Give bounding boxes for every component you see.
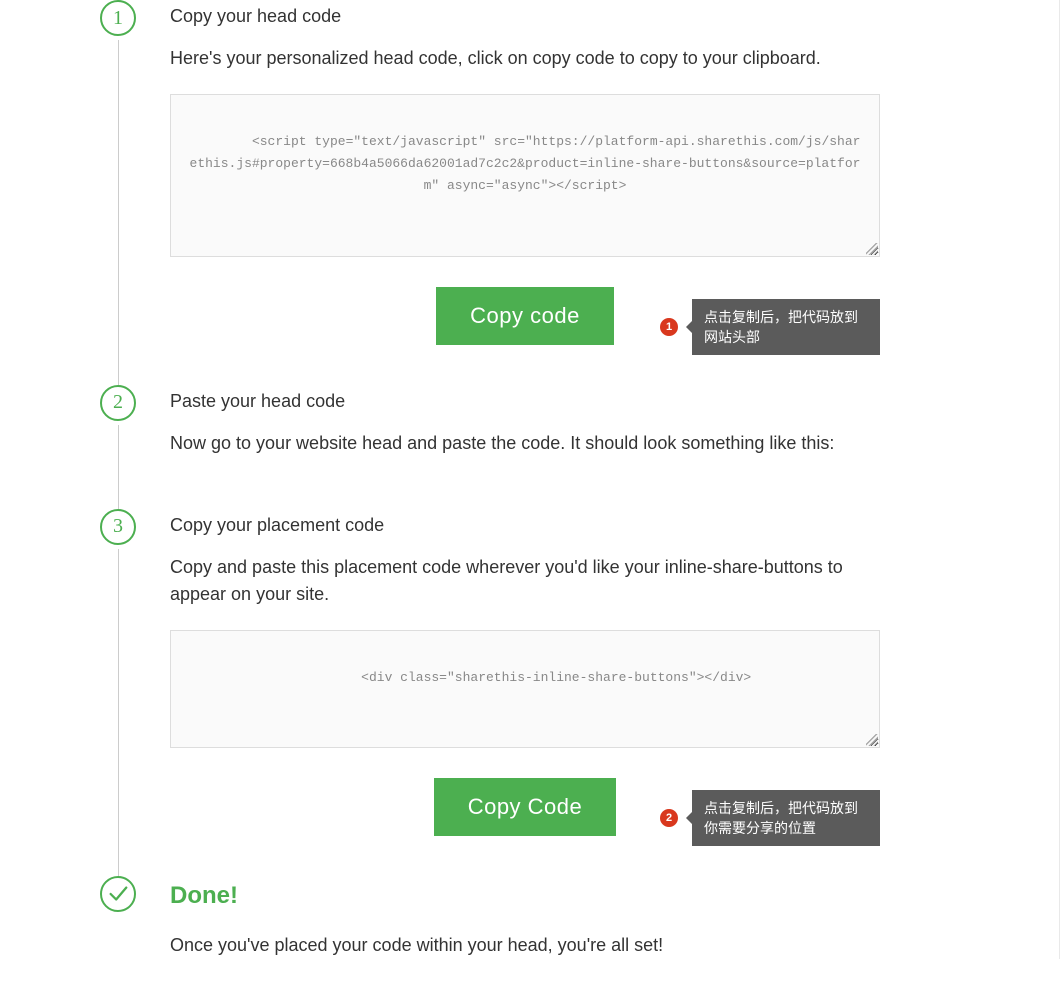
head-code-box[interactable]: <script type="text/javascript" src="http… bbox=[170, 94, 880, 257]
step-2-number: 2 bbox=[113, 391, 123, 414]
annotation-1-badge: 1 bbox=[660, 318, 678, 336]
connector-line bbox=[118, 40, 119, 385]
annotation-2-text: 点击复制后，把代码放到你需要分享的位置 bbox=[704, 800, 858, 836]
connector-line bbox=[118, 425, 119, 509]
annotation-1-number: 1 bbox=[666, 321, 672, 333]
done-desc: Once you've placed your code within your… bbox=[170, 932, 890, 959]
content-column: 1 Copy your head code Here's your person… bbox=[0, 0, 1059, 959]
step-2-title: Paste your head code bbox=[170, 385, 999, 430]
annotation-1: 1 点击复制后，把代码放到网站头部 bbox=[660, 299, 880, 355]
step-2: 2 Paste your head code Now go to your we… bbox=[100, 385, 999, 509]
step-1-desc: Here's your personalized head code, clic… bbox=[170, 45, 890, 72]
connector-line bbox=[118, 549, 119, 876]
annotation-2: 2 点击复制后，把代码放到你需要分享的位置 bbox=[660, 790, 880, 846]
step-1-badge: 1 bbox=[100, 0, 136, 36]
step-3: 3 Copy your placement code Copy and past… bbox=[100, 509, 999, 876]
step-3-title: Copy your placement code bbox=[170, 509, 999, 554]
step-1-number: 1 bbox=[113, 7, 123, 30]
resize-grip-icon bbox=[866, 734, 878, 746]
step-3-badge: 3 bbox=[100, 509, 136, 545]
step-3-desc: Copy and paste this placement code where… bbox=[170, 554, 890, 608]
step-3-button-row: Copy Code 2 点击复制后，把代码放到你需要分享的位置 bbox=[170, 778, 880, 836]
annotation-2-bubble: 点击复制后，把代码放到你需要分享的位置 bbox=[692, 790, 880, 846]
placement-code-text: <div class="sharethis-inline-share-butto… bbox=[361, 670, 751, 685]
step-2-desc: Now go to your website head and paste th… bbox=[170, 430, 890, 457]
done-badge bbox=[100, 876, 136, 912]
step-1-title: Copy your head code bbox=[170, 0, 999, 45]
annotation-1-text: 点击复制后，把代码放到网站头部 bbox=[704, 309, 858, 345]
annotation-2-number: 2 bbox=[666, 812, 672, 824]
step-1: 1 Copy your head code Here's your person… bbox=[100, 0, 999, 385]
step-2-badge: 2 bbox=[100, 385, 136, 421]
done-title: Done! bbox=[170, 876, 999, 932]
step-done: Done! Once you've placed your code withi… bbox=[100, 876, 999, 959]
page: 1 Copy your head code Here's your person… bbox=[0, 0, 1060, 959]
step-3-number: 3 bbox=[113, 515, 123, 538]
step-1-button-row: Copy code 1 点击复制后，把代码放到网站头部 bbox=[170, 287, 880, 345]
check-icon bbox=[104, 883, 132, 905]
head-code-text: <script type="text/javascript" src="http… bbox=[190, 134, 861, 193]
copy-placement-code-button[interactable]: Copy Code bbox=[434, 778, 617, 836]
copy-head-code-button[interactable]: Copy code bbox=[436, 287, 614, 345]
resize-grip-icon bbox=[866, 243, 878, 255]
placement-code-box[interactable]: <div class="sharethis-inline-share-butto… bbox=[170, 630, 880, 748]
annotation-2-badge: 2 bbox=[660, 809, 678, 827]
annotation-1-bubble: 点击复制后，把代码放到网站头部 bbox=[692, 299, 880, 355]
